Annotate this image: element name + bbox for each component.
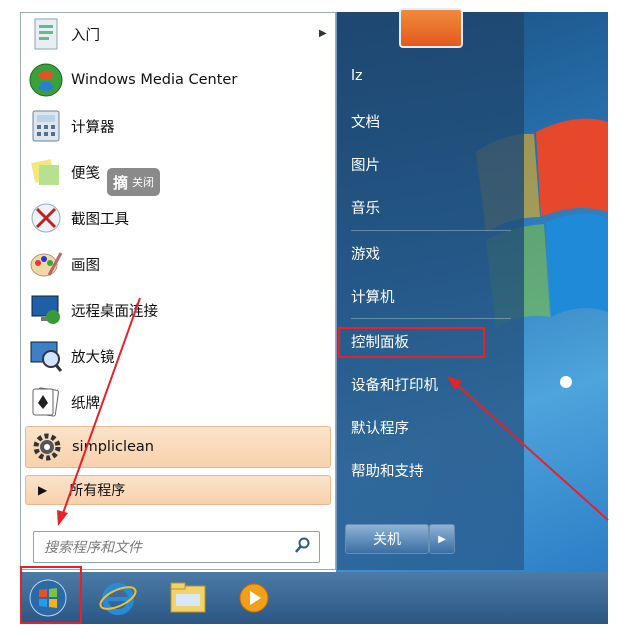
- arrow-to-search: [61, 297, 141, 517]
- annotation-arrows: [57, 297, 609, 526]
- arrow-to-control-panel: [454, 382, 609, 521]
- arrowhead: [57, 510, 68, 526]
